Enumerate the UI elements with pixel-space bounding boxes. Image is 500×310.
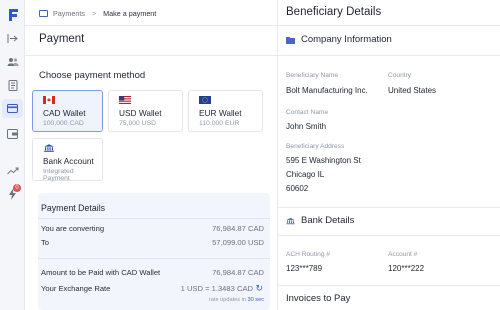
- method-name: USD Wallet: [119, 108, 162, 118]
- chart-icon[interactable]: [6, 164, 19, 177]
- method-balance: 100,000 CAD: [43, 120, 84, 127]
- breadcrumb-current: Make a payment: [103, 8, 157, 18]
- bank-icon: [286, 217, 295, 224]
- us-flag-icon: [119, 96, 131, 104]
- routing-label: ACH Routing #: [286, 251, 330, 258]
- contact-name-label: Contact Name: [286, 109, 329, 116]
- company-section-title: Company Information: [301, 34, 392, 45]
- divider: [25, 55, 277, 56]
- payments-icon[interactable]: [2, 99, 23, 118]
- divider: [278, 235, 500, 236]
- notification-badge: 0: [13, 184, 21, 192]
- amount-value: 76,984.87 CAD: [212, 268, 264, 277]
- collapse-icon[interactable]: [6, 32, 19, 45]
- divider: [25, 25, 277, 26]
- payment-details-panel: Payment Details You are converting 76,98…: [38, 193, 270, 310]
- canada-flag-icon: [43, 96, 55, 104]
- to-value: 57,099.00 USD: [212, 238, 264, 247]
- breadcrumb-separator: >: [91, 8, 97, 18]
- beneficiary-name-value: Bolt Manufacturing Inc.: [286, 86, 368, 95]
- divider: [278, 207, 500, 208]
- converting-row: You are converting 76,984.87 CAD: [41, 224, 264, 233]
- app-logo[interactable]: [7, 8, 19, 22]
- payment-details-title: Payment Details: [41, 203, 106, 213]
- users-icon[interactable]: [6, 55, 19, 68]
- rate-row: Your Exchange Rate 1 USD = 1.3483 CAD ↻: [41, 283, 263, 293]
- address-label: Beneficiary Address: [286, 143, 345, 150]
- method-subtitle: Integrated Payment: [43, 168, 74, 182]
- payments-breadcrumb-icon: [39, 9, 48, 17]
- divider: [278, 55, 500, 56]
- rate-label: Your Exchange Rate: [41, 284, 111, 293]
- bank-section-header: Bank Details: [286, 215, 354, 226]
- folder-icon: [286, 36, 295, 44]
- bank-section-title: Bank Details: [301, 215, 355, 226]
- invoices-section-title: Invoices to Pay: [286, 293, 351, 304]
- divider: [278, 25, 500, 26]
- address-line-3: 60602: [286, 184, 309, 193]
- payment-panel: Payments > Make a payment Payment Choose…: [25, 0, 277, 310]
- wallet-icon[interactable]: [6, 127, 19, 140]
- rate-update-timer: 30 sec: [247, 297, 264, 303]
- method-bank-account[interactable]: Bank Account Integrated Payment: [32, 138, 103, 182]
- routing-value: 123***789: [286, 264, 323, 273]
- account-value: 120***222: [388, 264, 425, 273]
- address-line-2: Chicago IL: [286, 170, 325, 179]
- amount-label: Amount to be Paid with CAD Wallet: [41, 268, 161, 277]
- divider: [278, 285, 500, 286]
- refresh-icon[interactable]: ↻: [255, 283, 263, 294]
- page-title: Payment: [39, 33, 85, 45]
- ledger-icon[interactable]: [6, 79, 19, 92]
- eu-flag-icon: [199, 96, 211, 104]
- converting-value: 76,984.87 CAD: [212, 224, 264, 233]
- method-name: Bank Account: [43, 156, 94, 166]
- amount-row: Amount to be Paid with CAD Wallet 76,984…: [41, 268, 264, 277]
- account-label: Account #: [388, 251, 418, 258]
- divider: [38, 258, 270, 259]
- address-line-1: 595 E Washington St: [286, 156, 361, 165]
- method-cad-wallet[interactable]: CAD Wallet 100,000 CAD: [32, 90, 103, 132]
- contact-name-value: John Smith: [286, 122, 327, 131]
- rate-update-note: rate updates in 30 sec: [209, 297, 264, 303]
- breadcrumb-root[interactable]: Payments: [53, 9, 85, 18]
- method-eur-wallet[interactable]: EUR Wallet 110,000 EUR: [188, 90, 263, 132]
- side-nav: 0: [0, 0, 25, 310]
- breadcrumb: Payments > Make a payment: [39, 6, 156, 20]
- country-label: Country: [388, 72, 412, 79]
- choose-method-title: Choose payment method: [39, 70, 146, 81]
- method-balance: 75,000 USD: [119, 120, 157, 127]
- rate-update-prefix: rate updates in: [208, 297, 246, 303]
- to-label: To: [41, 238, 50, 247]
- company-section-header: Company Information: [286, 34, 392, 45]
- to-row: To 57,099.00 USD: [41, 238, 264, 247]
- method-name: EUR Wallet: [199, 108, 242, 118]
- invoices-section-header: Invoices to Pay: [286, 293, 350, 304]
- beneficiary-title: Beneficiary Details: [286, 6, 382, 18]
- divider: [38, 218, 270, 219]
- beneficiary-panel: Beneficiary Details Company Information …: [277, 0, 500, 310]
- bank-icon: [44, 144, 54, 152]
- method-name: CAD Wallet: [43, 108, 86, 118]
- rate-value: 1 USD = 1.3483 CAD: [180, 284, 253, 293]
- converting-label: You are converting: [41, 224, 105, 233]
- method-usd-wallet[interactable]: USD Wallet 75,000 USD: [108, 90, 183, 132]
- beneficiary-name-label: Beneficiary Name: [286, 72, 339, 79]
- country-value: United States: [388, 86, 437, 95]
- method-balance: 110,000 EUR: [199, 120, 240, 127]
